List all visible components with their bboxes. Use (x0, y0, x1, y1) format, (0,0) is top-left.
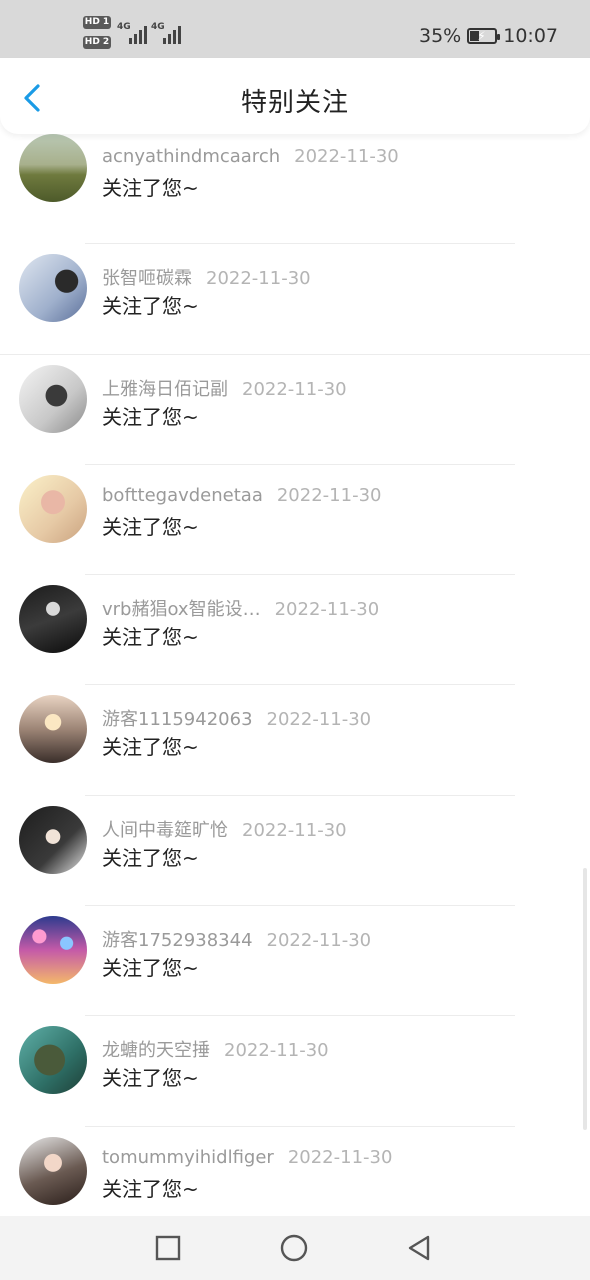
user-name[interactable]: 游客1115942063 (102, 709, 253, 730)
follow-date: 2022-11-30 (266, 709, 372, 731)
user-name[interactable]: tomummyihidlfiger (102, 1147, 274, 1168)
signal-strength-icon: 4G (117, 22, 147, 44)
user-name[interactable]: 龙螗的天空捶 (102, 1040, 210, 1061)
follow-message: 关注了您~ (102, 1176, 199, 1201)
follow-date: 2022-11-30 (276, 484, 382, 506)
follow-message: 关注了您~ (102, 956, 199, 981)
scrollbar[interactable] (583, 868, 587, 1130)
avatar[interactable] (19, 585, 87, 654)
name-line: vrb赭猖ox智能设… 2022-11-30 (102, 595, 379, 621)
follow-message: 关注了您~ (102, 1066, 199, 1091)
name-line: 游客1752938344 2022-11-30 (102, 926, 371, 952)
avatar[interactable] (19, 1026, 87, 1095)
follow-date: 2022-11-30 (287, 1146, 393, 1168)
avatar[interactable] (19, 1136, 87, 1205)
triangle-back-icon[interactable] (405, 1234, 433, 1262)
signal-strength-icon-2: 4G (151, 22, 181, 44)
status-bar: HD 1 HD 2 4G 4G 35% ⚡ 10:07 (0, 0, 590, 58)
svg-text:4G: 4G (151, 22, 165, 32)
page-title: 特别关注 (240, 88, 349, 118)
name-line: 龙螗的天空捶 2022-11-30 (102, 1036, 329, 1062)
list-item[interactable]: 游客1752938344 2022-11-30 关注了您~ (0, 906, 590, 1017)
follow-date: 2022-11-30 (206, 268, 311, 290)
follow-message: 关注了您~ (102, 514, 199, 539)
sim2-badge: HD 2 (83, 36, 111, 49)
follow-message: 关注了您~ (102, 404, 199, 429)
list-item[interactable]: 游客1115942063 2022-11-30 关注了您~ (0, 685, 590, 796)
follow-message: 关注了您~ (102, 735, 199, 760)
name-line: 张智咂碳霖 2022-11-30 (102, 264, 311, 290)
avatar[interactable] (19, 916, 87, 985)
follow-message: 关注了您~ (102, 176, 199, 200)
follow-message: 关注了您~ (102, 625, 199, 650)
square-icon[interactable] (154, 1234, 182, 1262)
list-item[interactable]: bofttegavdenetaa 2022-11-30 关注了您~ (0, 465, 590, 576)
avatar[interactable] (19, 254, 87, 323)
follow-date: 2022-11-30 (224, 1040, 329, 1062)
svg-text:4G: 4G (117, 22, 131, 32)
follow-message: 关注了您~ (102, 294, 199, 319)
name-line: bofttegavdenetaa 2022-11-30 (102, 485, 381, 506)
list-item[interactable]: acnyathindmcaarch 2022-11-30 关注了您~ (0, 134, 590, 245)
app-header: 特别关注 (0, 58, 590, 134)
name-line: 人间中毒筵旷怆 2022-11-30 (102, 816, 347, 842)
user-name[interactable]: vrb赭猖ox智能设… (102, 599, 261, 620)
name-line: acnyathindmcaarch 2022-11-30 (102, 146, 399, 167)
name-line: tomummyihidlfiger 2022-11-30 (102, 1147, 392, 1168)
follow-message: 关注了您~ (102, 845, 199, 870)
list-item[interactable]: 人间中毒筵旷怆 2022-11-30 关注了您~ (0, 796, 590, 907)
follow-list[interactable]: acnyathindmcaarch 2022-11-30 关注了您~ 张智咂碳霖 202… (0, 134, 590, 1237)
system-nav-bar (0, 1216, 590, 1280)
follow-date: 2022-11-30 (294, 146, 399, 167)
user-name[interactable]: 上雅海日佰记副 (102, 379, 228, 400)
follow-date: 2022-11-30 (266, 930, 372, 952)
user-name[interactable]: acnyathindmcaarch (102, 146, 280, 167)
status-right: 35% ⚡ 10:07 (419, 22, 558, 50)
follow-date: 2022-11-30 (242, 819, 347, 841)
follow-date: 2022-11-30 (274, 599, 380, 621)
avatar[interactable] (19, 695, 87, 764)
list-item[interactable]: vrb赭猖ox智能设… 2022-11-30 关注了您~ (0, 575, 590, 686)
name-line: 上雅海日佰记副 2022-11-30 (102, 375, 347, 401)
follow-date: 2022-11-30 (242, 378, 347, 400)
circle-icon[interactable] (280, 1234, 308, 1262)
avatar[interactable] (19, 134, 87, 202)
clock: 10:07 (503, 25, 558, 47)
list-item[interactable]: 张智咂碳霖 2022-11-30 关注了您~ (0, 244, 590, 355)
avatar[interactable] (19, 474, 87, 543)
battery-icon: ⚡ (467, 28, 501, 44)
sim1-badge: HD 1 (83, 16, 111, 29)
avatar[interactable] (19, 364, 87, 433)
user-name[interactable]: bofttegavdenetaa (102, 485, 263, 506)
user-name[interactable]: 人间中毒筵旷怆 (102, 820, 228, 841)
list-item[interactable]: 龙螗的天空捶 2022-11-30 关注了您~ (0, 1016, 590, 1127)
list-item[interactable]: 上雅海日佰记副 2022-11-30 关注了您~ (0, 355, 590, 465)
battery-percent: 35% (419, 25, 462, 47)
user-name[interactable]: 张智咂碳霖 (102, 268, 192, 289)
name-line: 游客1115942063 2022-11-30 (102, 705, 371, 731)
avatar[interactable] (19, 805, 87, 874)
user-name[interactable]: 游客1752938344 (102, 930, 253, 951)
